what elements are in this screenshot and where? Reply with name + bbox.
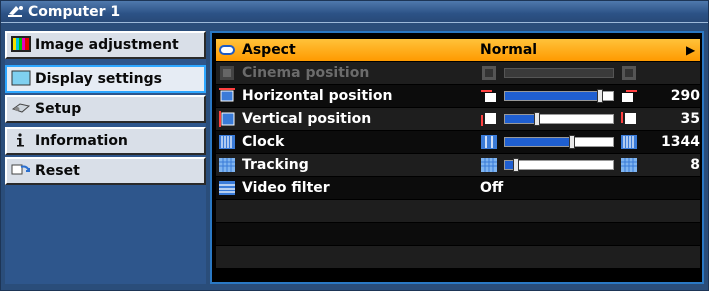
cinema-position-increase-icon: [622, 66, 636, 80]
setting-value: 35: [680, 111, 700, 127]
menu-item-label: Reset: [35, 163, 80, 179]
clock-increase-icon: [621, 135, 637, 149]
slider-track: [504, 68, 614, 78]
tracking-decrease-icon: [481, 158, 497, 172]
setting-row-vertical-position[interactable]: Vertical position 35: [216, 108, 700, 130]
slider-track: [504, 135, 614, 149]
aspect-icon: [219, 45, 235, 55]
setting-row-clock[interactable]: Clock 1344: [216, 131, 700, 153]
menu-item-label: Display settings: [35, 71, 162, 87]
tracking-slider[interactable]: 8: [480, 154, 700, 176]
clock-icon: [219, 135, 235, 149]
slider-thumb[interactable]: [534, 112, 540, 126]
setting-label: Vertical position: [242, 111, 372, 127]
slider-fill: [505, 115, 537, 123]
setting-label: Clock: [242, 134, 285, 150]
empty-row: [216, 223, 700, 245]
slider-thumb[interactable]: [513, 158, 519, 172]
menu-item-image-adjustment[interactable]: Image adjustment: [5, 31, 206, 59]
screen-icon: [11, 70, 31, 86]
color-bars-icon: [11, 36, 31, 52]
setting-row-aspect[interactable]: Aspect Normal ▶: [216, 39, 700, 61]
title-bar: Computer 1: [1, 1, 708, 23]
shift-right-icon: [622, 90, 637, 102]
vertical-position-icon: [219, 111, 235, 127]
setting-row-video-filter[interactable]: Video filter Off: [216, 177, 700, 199]
slider-fill: [505, 138, 572, 146]
setting-label: Video filter: [242, 180, 330, 196]
tracking-increase-icon: [621, 158, 637, 172]
slider-track: [504, 158, 614, 172]
slider-fill: [505, 69, 613, 77]
setting-value: Off: [480, 180, 504, 196]
submenu-arrow-icon: ▶: [686, 43, 696, 57]
horizontal-position-icon: [219, 88, 235, 102]
info-icon: [11, 132, 31, 148]
menu-item-setup[interactable]: Setup: [5, 95, 206, 123]
reset-icon: [11, 162, 31, 178]
slider-track: [504, 112, 614, 126]
setting-label: Aspect: [242, 42, 296, 58]
cinema-position-decrease-icon: [482, 66, 496, 80]
slider-thumb[interactable]: [569, 135, 575, 149]
setting-label: Cinema position: [242, 65, 370, 81]
cinema-position-icon: [220, 66, 234, 80]
video-filter-icon: [219, 181, 235, 195]
setting-value: 290: [670, 88, 700, 104]
setting-value: Normal: [480, 42, 538, 58]
setting-row-cinema-position: Cinema position: [216, 62, 700, 84]
category-menu: Image adjustment Display settings Setup …: [5, 31, 206, 284]
cinema-position-slider: [480, 62, 700, 84]
setting-value: 1344: [661, 134, 700, 150]
osd-menu-window: Computer 1 Image adjustment Display sett…: [0, 0, 709, 291]
clock-decrease-icon: [481, 135, 497, 149]
empty-row: [216, 200, 700, 222]
menu-item-label: Setup: [35, 101, 82, 117]
setting-row-tracking[interactable]: Tracking 8: [216, 154, 700, 176]
shift-up-icon: [621, 112, 636, 124]
slider-fill: [505, 92, 600, 100]
menu-item-label: Image adjustment: [35, 37, 179, 53]
settings-list: Aspect Normal ▶ Cinema position Horizont…: [210, 31, 704, 284]
setting-row-horizontal-position[interactable]: Horizontal position 290: [216, 85, 700, 107]
slider-track: [504, 89, 614, 103]
computer-input-icon: [7, 3, 25, 17]
menu-item-information[interactable]: Information: [5, 127, 206, 155]
shift-down-icon: [481, 113, 496, 126]
slider-thumb[interactable]: [597, 89, 603, 103]
empty-row: [216, 246, 700, 268]
menu-item-display-settings[interactable]: Display settings: [5, 65, 206, 93]
horizontal-position-slider[interactable]: 290: [480, 85, 700, 107]
menu-item-label: Information: [35, 133, 128, 149]
setting-label: Tracking: [242, 157, 309, 173]
vertical-position-slider[interactable]: 35: [480, 108, 700, 130]
setting-label: Horizontal position: [242, 88, 393, 104]
shift-left-icon: [481, 90, 496, 102]
projector-icon: [11, 100, 31, 116]
clock-slider[interactable]: 1344: [480, 131, 700, 153]
tracking-icon: [219, 158, 235, 172]
menu-item-reset[interactable]: Reset: [5, 157, 206, 185]
setting-value: 8: [690, 157, 700, 173]
window-title: Computer 1: [28, 4, 121, 20]
